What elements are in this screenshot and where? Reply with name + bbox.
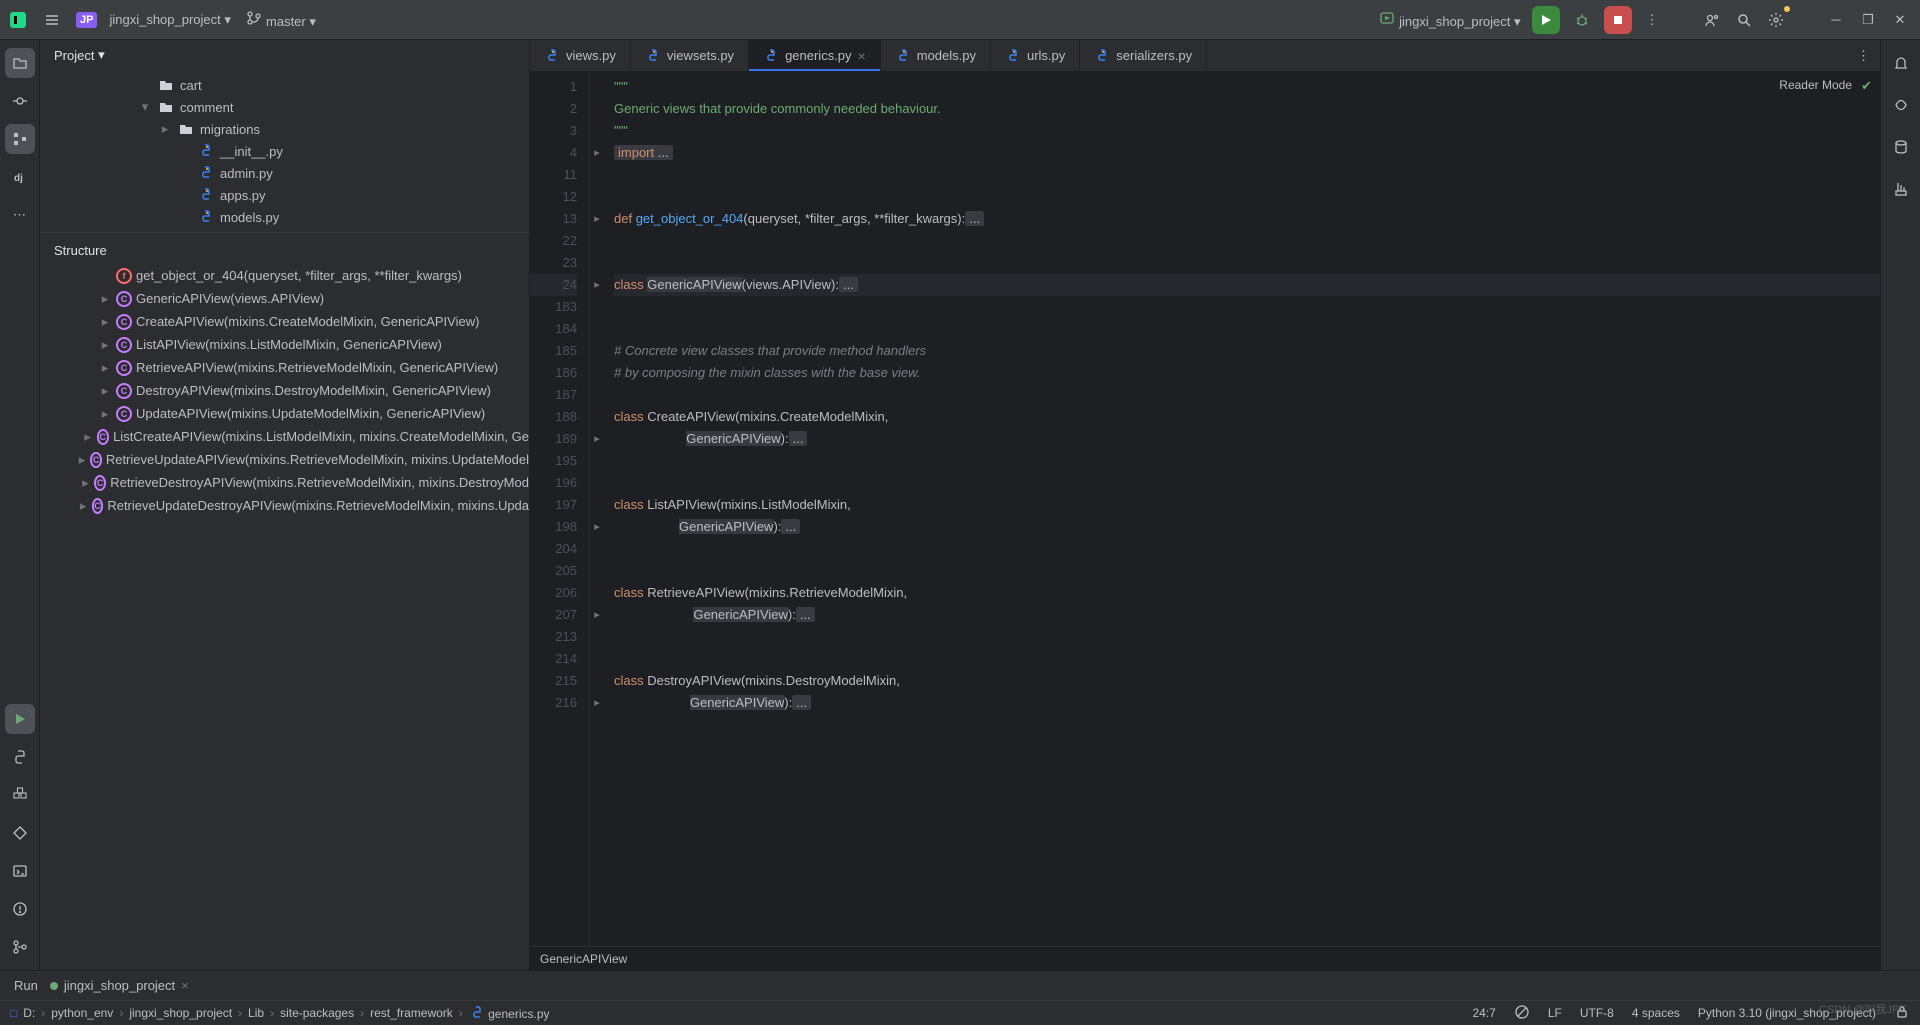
titlebar: JP jingxi_shop_project ▾ master ▾ jingxi… — [0, 0, 1920, 40]
line-separator[interactable]: LF — [1548, 1006, 1562, 1020]
breadcrumb-item[interactable]: Lib — [248, 1006, 264, 1020]
endpoints-icon[interactable] — [1886, 174, 1916, 204]
structure-item[interactable]: ▸CListCreateAPIView(mixins.ListModelMixi… — [40, 425, 529, 448]
breadcrumb-item[interactable]: site-packages — [280, 1006, 354, 1020]
run-tool-icon[interactable] — [5, 704, 35, 734]
reader-mode-check-icon[interactable]: ✔ — [1861, 78, 1872, 94]
run-config-selector[interactable]: jingxi_shop_project ▾ — [1379, 10, 1524, 30]
editor-tab[interactable]: models.py — [881, 40, 991, 71]
structure-item[interactable]: ▸CRetrieveDestroyAPIView(mixins.Retrieve… — [40, 471, 529, 494]
more-tools-icon[interactable]: ⋯ — [5, 200, 35, 230]
vcs-icon[interactable] — [5, 932, 35, 962]
close-icon[interactable]: × — [858, 48, 866, 64]
tree-item[interactable]: __init__.py — [40, 140, 529, 162]
tree-item[interactable]: cart — [40, 74, 529, 96]
left-panel: Project ▾ cart▾comment▸migrations__init_… — [40, 40, 530, 970]
notifications-icon[interactable] — [1886, 48, 1916, 78]
tree-item[interactable]: ▸migrations — [40, 118, 529, 140]
run-label: Run — [14, 978, 38, 993]
readonly-icon[interactable] — [1514, 1004, 1530, 1023]
maximize-icon[interactable]: ❐ — [1856, 8, 1880, 32]
structure-item[interactable]: ▸CUpdateAPIView(mixins.UpdateModelMixin,… — [40, 402, 529, 425]
ai-assistant-icon[interactable] — [1886, 90, 1916, 120]
breadcrumb-item[interactable]: D: — [23, 1006, 35, 1020]
structure-panel-header: Structure — [40, 232, 529, 264]
editor-zone: views.pyviewsets.pygenerics.py×models.py… — [530, 40, 1880, 970]
right-tool-rail — [1880, 40, 1920, 970]
database-icon[interactable] — [1886, 132, 1916, 162]
structure-item[interactable]: ▸CRetrieveAPIView(mixins.RetrieveModelMi… — [40, 356, 529, 379]
structure-item[interactable]: ▸CListAPIView(mixins.ListModelMixin, Gen… — [40, 333, 529, 356]
stop-button[interactable] — [1604, 6, 1632, 34]
file-encoding[interactable]: UTF-8 — [1580, 1006, 1614, 1020]
breadcrumb-item[interactable]: rest_framework — [370, 1006, 453, 1020]
cursor-position[interactable]: 24:7 — [1472, 1006, 1495, 1020]
editor-breadcrumb[interactable]: GenericAPIView — [530, 946, 1880, 970]
breadcrumb-item[interactable]: python_env — [51, 1006, 113, 1020]
close-window-icon[interactable]: ✕ — [1888, 8, 1912, 32]
settings-icon[interactable] — [1764, 8, 1788, 32]
interpreter[interactable]: Python 3.10 (jingxi_shop_project) — [1698, 1006, 1876, 1020]
project-tool-icon[interactable] — [5, 48, 35, 78]
editor-body[interactable]: Reader Mode ✔ 12341112132223◉24183184185… — [530, 72, 1880, 946]
structure-item[interactable]: ▸CCreateAPIView(mixins.CreateModelMixin,… — [40, 310, 529, 333]
branch-selector[interactable]: master ▾ — [246, 10, 319, 30]
code-with-me-icon[interactable] — [1700, 8, 1724, 32]
run-tool-window-bar[interactable]: Run jingxi_shop_project × — [0, 970, 1920, 1000]
editor-tabs: views.pyviewsets.pygenerics.py×models.py… — [530, 40, 1880, 72]
close-icon[interactable]: × — [181, 978, 189, 993]
structure-tool-icon[interactable] — [5, 124, 35, 154]
packages-icon[interactable] — [5, 780, 35, 810]
structure-item[interactable]: ▸CRetrieveUpdateAPIView(mixins.RetrieveM… — [40, 448, 529, 471]
tree-item[interactable]: models.py — [40, 206, 529, 228]
tree-item[interactable]: admin.py — [40, 162, 529, 184]
fold-gutter[interactable]: ▸▸▸▸▸▸▸ — [590, 72, 604, 946]
code-area[interactable]: """Generic views that provide commonly n… — [604, 72, 1880, 946]
editor-tab[interactable]: viewsets.py — [631, 40, 749, 71]
run-button[interactable] — [1532, 6, 1560, 34]
more-actions-icon[interactable]: ⋮ — [1640, 8, 1664, 32]
breadcrumb-item[interactable]: jingxi_shop_project — [129, 1006, 232, 1020]
editor-tab[interactable]: views.py — [530, 40, 631, 71]
status-bar: □ D: › python_env › jingxi_shop_project … — [0, 1000, 1920, 1025]
django-tool-icon[interactable]: dj — [5, 162, 35, 192]
terminal-icon[interactable] — [5, 856, 35, 886]
run-config-tab[interactable]: jingxi_shop_project × — [50, 978, 189, 993]
run-status-icon — [50, 982, 58, 990]
reader-mode-label[interactable]: Reader Mode — [1779, 78, 1852, 92]
structure-item[interactable]: fget_object_or_404(queryset, *filter_arg… — [40, 264, 529, 287]
breadcrumbs[interactable]: □ D: › python_env › jingxi_shop_project … — [10, 1005, 550, 1021]
readonly-lock-icon[interactable] — [1894, 1004, 1910, 1023]
app-logo-icon — [8, 10, 28, 30]
tree-item[interactable]: apps.py — [40, 184, 529, 206]
debug-button[interactable] — [1568, 6, 1596, 34]
indent-settings[interactable]: 4 spaces — [1632, 1006, 1680, 1020]
structure-item[interactable]: ▸CDestroyAPIView(mixins.DestroyModelMixi… — [40, 379, 529, 402]
editor-tab[interactable]: generics.py× — [749, 40, 881, 71]
python-console-icon[interactable] — [5, 742, 35, 772]
left-tool-rail: dj ⋯ — [0, 40, 40, 970]
breadcrumb-item[interactable]: generics.py — [469, 1005, 550, 1021]
main-menu-icon[interactable] — [40, 8, 64, 32]
line-gutter: 12341112132223◉2418318418518618718818919… — [530, 72, 590, 946]
editor-tab[interactable]: serializers.py — [1080, 40, 1207, 71]
search-icon[interactable] — [1732, 8, 1756, 32]
structure-list[interactable]: fget_object_or_404(queryset, *filter_arg… — [40, 264, 529, 970]
structure-item[interactable]: ▸CRetrieveUpdateDestroyAPIView(mixins.Re… — [40, 494, 529, 517]
project-selector[interactable]: jingxi_shop_project ▾ — [109, 12, 234, 28]
commit-tool-icon[interactable] — [5, 86, 35, 116]
project-tree[interactable]: cart▾comment▸migrations__init__.pyadmin.… — [40, 70, 529, 232]
tabs-menu-icon[interactable]: ⋮ — [1847, 40, 1880, 71]
project-badge: JP — [76, 12, 97, 28]
problems-icon[interactable] — [5, 894, 35, 924]
minimize-icon[interactable]: ─ — [1824, 8, 1848, 32]
structure-item[interactable]: ▸CGenericAPIView(views.APIView) — [40, 287, 529, 310]
services-icon[interactable] — [5, 818, 35, 848]
tree-item[interactable]: ▾comment — [40, 96, 529, 118]
editor-tab[interactable]: urls.py — [991, 40, 1080, 71]
project-panel-header[interactable]: Project ▾ — [40, 40, 529, 70]
svg-text:dj: dj — [14, 173, 23, 184]
